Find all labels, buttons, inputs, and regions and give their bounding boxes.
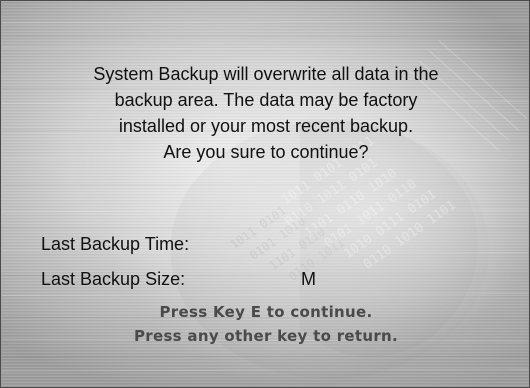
svg-text:1101 0110: 1101 0110: [267, 225, 328, 274]
svg-text:0110 1011: 0110 1011: [286, 235, 347, 284]
svg-text:0101 1011 0110: 0101 1011 0110: [322, 177, 420, 252]
message-line-4: Are you sure to continue?: [163, 142, 369, 162]
backup-confirmation-screen: 1011 0101 0111 0110 1011 0101 1101 0110 …: [0, 0, 530, 388]
backup-warning-message: System Backup will overwrite all data in…: [1, 61, 529, 165]
svg-text:0110 1011 0101: 0110 1011 0101: [283, 155, 381, 230]
last-backup-size-label: Last Backup Size:: [41, 269, 186, 289]
svg-text:1010 0111 0101: 1010 0111 0101: [341, 187, 439, 262]
svg-text:0110 1010 1101: 0110 1010 1101: [361, 198, 459, 273]
message-line-3: installed or your most recent backup.: [118, 116, 414, 136]
last-backup-time-label: Last Backup Time:: [41, 234, 190, 254]
return-prompt: Press any other key to return.: [133, 327, 399, 345]
svg-text:0101 1010: 0101 1010: [247, 214, 308, 263]
last-backup-size-value: M: [301, 269, 316, 289]
message-line-2: backup area. The data may be factory: [114, 90, 418, 110]
svg-text:1101 0110 1010: 1101 0110 1010: [302, 166, 400, 241]
continue-prompt: Press Key E to continue.: [159, 303, 373, 321]
message-line-1: System Backup will overwrite all data in…: [93, 64, 439, 84]
svg-text:1011 0101: 1011 0101: [227, 203, 288, 252]
